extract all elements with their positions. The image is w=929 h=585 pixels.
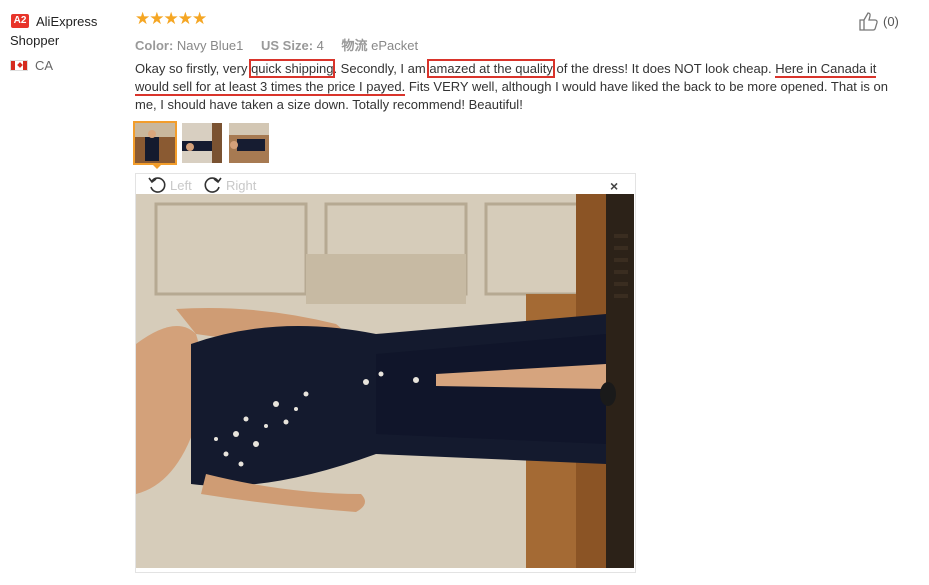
review-photo-thumbnail[interactable]	[182, 123, 222, 163]
size-value: 4	[316, 38, 324, 53]
size-label: US Size:	[261, 38, 314, 53]
highlight-quick-shipping: quick shipping	[249, 59, 336, 78]
review-text-part: of the dress! It does NOT look cheap.	[552, 61, 776, 76]
highlight-quality: amazed at the quality	[427, 59, 555, 78]
review-text: Okay so firstly, very quick shipping. Se…	[135, 59, 905, 114]
rotate-left-label: Left	[170, 177, 192, 193]
rotate-right-label: Right	[226, 177, 257, 193]
rotate-left-icon	[148, 177, 166, 193]
review-text-part: . Secondly, I am	[333, 61, 430, 76]
review-photo-thumbnail[interactable]	[133, 121, 177, 165]
shipping-label: 物流	[341, 38, 368, 53]
thumbs-up-icon	[859, 12, 878, 31]
rotate-left-button[interactable]: Left	[147, 176, 192, 194]
reviewer-country: CA	[35, 58, 54, 73]
helpful-count: (0)	[883, 13, 899, 29]
color-label: Color:	[135, 38, 174, 53]
close-viewer-button[interactable]: ×	[610, 178, 618, 194]
shipping-value: ePacket	[371, 38, 419, 53]
star-rating: ★★★★★	[135, 9, 207, 28]
rotate-right-button[interactable]: Right	[203, 176, 256, 194]
color-value: Navy Blue1	[176, 38, 244, 53]
reviewer-name: AliExpress Shopper	[10, 14, 98, 48]
order-attributes: Color: Navy Blue1 US Size: 4 物流 ePacket	[135, 35, 432, 54]
canada-flag-icon	[10, 60, 28, 71]
helpful-button[interactable]: (0)	[858, 11, 899, 31]
review-text-part: Okay so firstly, very	[135, 61, 252, 76]
review-photo-large	[136, 194, 634, 568]
review-photo-thumbnail[interactable]	[229, 123, 269, 163]
selected-thumbnail-pointer	[151, 163, 163, 169]
rotate-right-icon	[204, 177, 222, 193]
